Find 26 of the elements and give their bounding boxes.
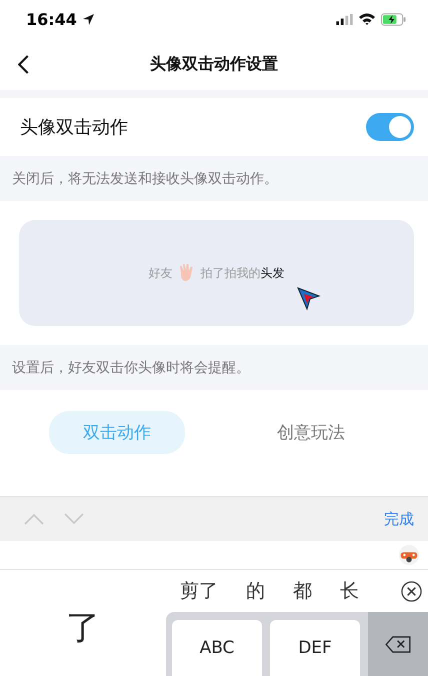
page-title: 头像双击动作设置 — [150, 54, 278, 74]
back-icon[interactable] — [18, 55, 29, 74]
battery-icon — [381, 12, 406, 26]
candidate-word[interactable]: 长 — [340, 578, 359, 604]
hint-text: 设置后，好友双击你头像时将会提醒。 — [0, 345, 428, 390]
tab[interactable]: 创意玩法 — [243, 410, 379, 454]
candidate-word[interactable]: 的 — [246, 578, 265, 604]
signal-icon — [336, 14, 353, 24]
preview-text: 拍了拍我的头发 — [200, 264, 284, 282]
location-arrow-icon — [82, 14, 94, 24]
keyboard-key[interactable]: ABC — [172, 620, 262, 676]
hint-text: 关闭后，将无法发送和接收头像双击动作。 — [0, 156, 428, 201]
candidate-word[interactable]: 都 — [293, 578, 312, 604]
preview-text: 好友 — [148, 264, 172, 282]
wifi-icon — [359, 13, 375, 25]
toggle-switch[interactable] — [366, 113, 414, 141]
setting-label: 头像双击动作 — [20, 116, 128, 139]
robot-icon[interactable] — [398, 544, 420, 566]
composing-text: 了 — [65, 607, 101, 650]
cursor-arrow-icon — [297, 287, 321, 311]
keyboard-key[interactable]: DEF — [270, 620, 360, 676]
backspace-icon — [384, 636, 412, 652]
status-time: 16:44 — [26, 10, 77, 28]
close-icon[interactable] — [401, 580, 422, 602]
candidate-word[interactable]: 剪了 — [180, 578, 218, 604]
delete-key[interactable] — [368, 612, 428, 676]
